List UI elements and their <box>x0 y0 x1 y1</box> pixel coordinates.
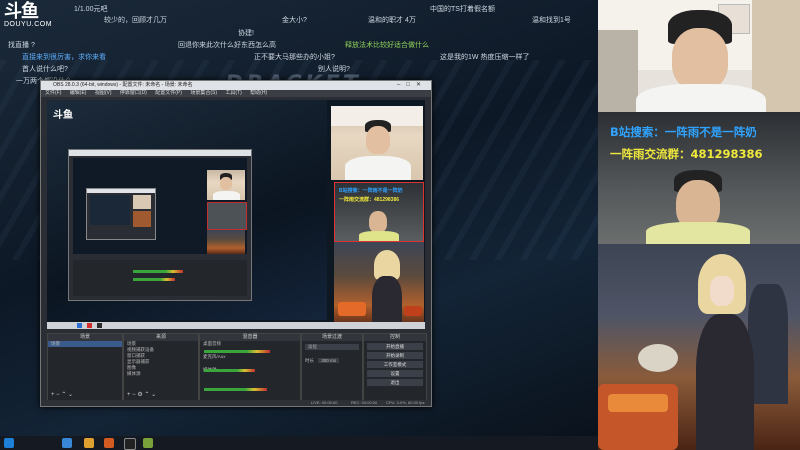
danmaku-comment: 正不要大马那些办的小姐? <box>254 54 335 61</box>
nested-obs-window <box>68 149 252 301</box>
settings-button[interactable]: 设置 <box>367 370 423 377</box>
taskbar <box>0 436 598 450</box>
transitions-dock: 场景过渡 淡化 时长 300 ms <box>301 333 363 401</box>
danmaku-comment: 首人说什么吧? <box>22 66 68 73</box>
exit-button[interactable]: 退出 <box>367 379 423 386</box>
menu-file[interactable]: 文件(F) <box>45 90 61 96</box>
obs-menubar: 文件(F) 编辑(E) 视图(V) 停靠窗口(D) 配置文件(P) 场景集合(S… <box>41 90 431 97</box>
nested-obs-window-2 <box>86 188 156 240</box>
duration-label: 时长 <box>305 358 314 363</box>
promo-group-text: 一阵雨交流群：481298386 <box>610 147 763 161</box>
nested-anime-image <box>207 230 245 254</box>
menu-docks[interactable]: 停靠窗口(D) <box>120 90 147 96</box>
cpu-status: CPU: 3.0%, 60.00 fps <box>386 400 425 405</box>
menu-scene-collection[interactable]: 场景集合(S) <box>190 90 217 96</box>
search-icon[interactable] <box>62 438 72 448</box>
studio-mode-button[interactable]: 工作室模式 <box>367 361 423 368</box>
mixer-meter <box>204 388 267 391</box>
mixer-channel: 桌面音频 <box>203 341 221 346</box>
danmaku-comment: 协建! <box>238 30 254 37</box>
promo-panel: B站搜索：一阵雨不是一阵奶 一阵雨交流群：481298386 <box>598 112 800 244</box>
preview-toolbar <box>47 322 425 329</box>
preview-anime-image <box>334 242 424 326</box>
danmaku-comment: 直接来到很厉害，求你来看 <box>22 54 106 61</box>
scenes-dock: 场景 场景 + − ⌃ ⌄ <box>47 333 123 401</box>
start-recording-button[interactable]: 开始录制 <box>367 352 423 359</box>
obs-preview[interactable]: 斗鱼 B站搜索：一阵雨不是一阵奶 一阵雨交流群：481298386 <box>47 100 425 326</box>
menu-view[interactable]: 视图(V) <box>95 90 112 96</box>
menu-edit[interactable]: 编辑(E) <box>70 90 87 96</box>
start-streaming-button[interactable]: 开始直播 <box>367 343 423 350</box>
controls-dock: 控制 开始直播 开始录制 工作室模式 设置 退出 <box>363 333 427 401</box>
source-add-remove[interactable]: + − ⚙ ⌃ ⌄ <box>127 391 156 398</box>
live-timer: LIVE: 00:00:00 <box>311 400 338 405</box>
menu-help[interactable]: 帮助(H) <box>250 90 267 96</box>
obs-icon[interactable] <box>104 438 114 448</box>
danmaku-comment: 中国的TS打着假名额 <box>430 6 495 13</box>
preview-promo: B站搜索：一阵雨不是一阵奶 一阵雨交流群：481298386 <box>334 182 424 242</box>
mixer-meter <box>204 350 270 353</box>
duration-input[interactable]: 300 ms <box>318 358 340 363</box>
windows-icon[interactable] <box>4 438 14 448</box>
file-explorer-icon[interactable] <box>84 438 94 448</box>
sources-dock: 来源 场景 视频捕获设备 窗口捕获 显示器捕获 图像 媒体源 + − ⚙ ⌃ ⌄ <box>123 333 199 401</box>
stream-background: 斗鱼 DOUYU.COM 1/1.00元吧 较少的，回顾才几万 金大小? 中国的… <box>0 0 598 436</box>
promo-bilibili-text: B站搜索：一阵雨不是一阵奶 <box>610 125 757 139</box>
danmaku-comment: 较少的，回顾才几万 <box>104 17 167 24</box>
transition-select[interactable]: 淡化 <box>305 344 359 350</box>
toolbar-icon[interactable] <box>87 323 92 328</box>
toolbar-icon[interactable] <box>77 323 82 328</box>
danmaku-comment: 找直播 ? <box>8 42 35 49</box>
scene-add-remove[interactable]: + − ⌃ ⌄ <box>51 391 73 398</box>
preview-logo: 斗鱼 <box>53 110 73 121</box>
anime-illustration <box>598 244 800 450</box>
obs-statusbar: LIVE: 00:00:00 REC: 00:00:00 CPU: 3.0%, … <box>41 400 431 406</box>
danmaku-comment: 1/1.00元吧 <box>74 6 108 13</box>
browser-icon[interactable] <box>143 438 153 448</box>
danmaku-comment: 释放法术比较好适合做什么 <box>345 42 429 49</box>
douyu-logo: 斗鱼 DOUYU.COM <box>4 1 53 29</box>
window-controls[interactable]: –□✕ <box>397 81 427 90</box>
obs-title: OBS 28.0.3 (64-bit, windows) - 配置文件: 未命名… <box>53 82 193 88</box>
obs-window[interactable]: OBS 28.0.3 (64-bit, windows) - 配置文件: 未命名… <box>40 80 432 407</box>
danmaku-comment: 温和找到1号 <box>532 17 571 24</box>
danmaku-comment: 金大小? <box>282 17 307 24</box>
mixer-channel: 麦克风/Aux <box>203 354 226 359</box>
danmaku-comment: 回退你来此次什么好东西怎么高 <box>178 42 276 49</box>
menu-profile[interactable]: 配置文件(P) <box>155 90 182 96</box>
nested-webcam <box>207 170 245 200</box>
menu-tools[interactable]: 工具(T) <box>225 90 241 96</box>
toolbar-icon[interactable] <box>97 323 102 328</box>
danmaku-comment: 这是我的1W 热度压缩一样了 <box>440 54 530 61</box>
obs-docks: 场景 场景 + − ⌃ ⌄ 来源 场景 视频捕获设备 窗口捕获 显示器捕获 图像… <box>47 333 427 401</box>
danmaku-comment: 温和的职才 4万 <box>368 17 416 24</box>
streamer-webcam <box>598 0 800 112</box>
obs-titlebar[interactable]: OBS 28.0.3 (64-bit, windows) - 配置文件: 未命名… <box>41 81 431 90</box>
mixer-dock: 混音器 桌面音频 麦克风/Aux 媒体源 <box>199 333 301 401</box>
chrome-icon[interactable] <box>124 438 136 450</box>
source-item[interactable]: 媒体源 <box>124 371 198 377</box>
preview-webcam <box>331 106 423 180</box>
mixer-meter <box>204 369 255 372</box>
preview-stream-background: 斗鱼 <box>47 100 327 320</box>
scene-item[interactable]: 场景 <box>48 341 122 347</box>
rec-timer: REC: 00:00:00 <box>351 400 378 405</box>
